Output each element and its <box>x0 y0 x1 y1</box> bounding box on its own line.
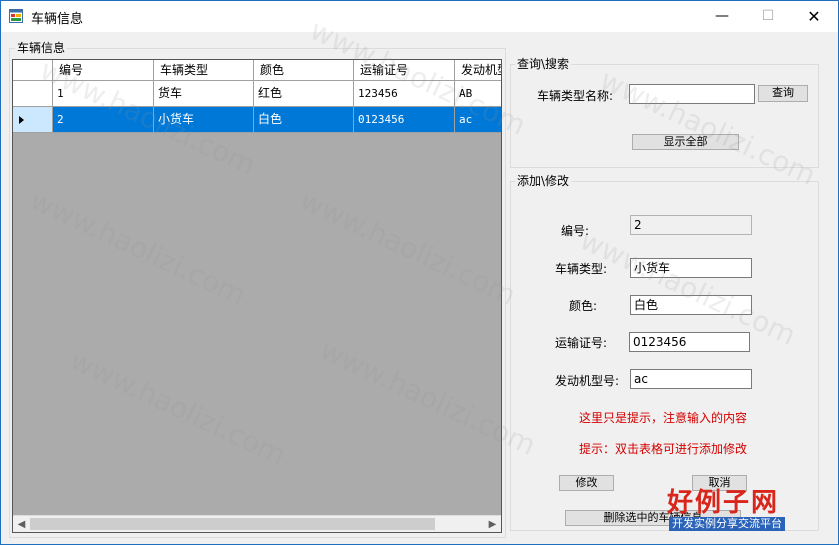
horizontal-scrollbar[interactable]: ◀ ▶ <box>13 515 501 532</box>
query-group <box>510 64 819 168</box>
row-header[interactable] <box>13 107 53 133</box>
vehicle-data-grid[interactable]: 编号 车辆类型 颜色 运输证号 发动机型号 1 货车 红色 123456 AB … <box>12 59 502 533</box>
scroll-left-icon[interactable]: ◀ <box>13 516 30 532</box>
close-button[interactable]: ✕ <box>791 1 837 31</box>
id-field[interactable]: 2 <box>630 215 752 235</box>
grid-header-row: 编号 车辆类型 颜色 运输证号 发动机型号 <box>13 60 501 81</box>
title-bar[interactable]: 车辆信息 — ☐ ✕ <box>1 1 838 32</box>
table-row[interactable]: 1 货车 红色 123456 AB <box>13 81 501 107</box>
vehicle-info-group-title: 车辆信息 <box>15 41 68 55</box>
app-window-icon <box>9 9 23 23</box>
column-header-id[interactable]: 编号 <box>53 60 154 81</box>
engine-label: 发动机型号: <box>555 374 620 388</box>
cell-color[interactable]: 红色 <box>254 81 354 107</box>
search-button[interactable]: 查询 <box>758 85 808 102</box>
window-title: 车辆信息 <box>31 12 84 27</box>
column-header-type[interactable]: 车辆类型 <box>154 60 254 81</box>
cell-id[interactable]: 2 <box>53 107 154 133</box>
type-name-search-input[interactable] <box>629 84 755 104</box>
row-header[interactable] <box>13 81 53 107</box>
cell-type[interactable]: 货车 <box>154 81 254 107</box>
type-label: 车辆类型: <box>555 262 608 276</box>
cell-engine[interactable]: AB <box>455 81 501 107</box>
site-logo: 好例子网 开发实例分享交流平台 <box>665 482 811 534</box>
cell-cert[interactable]: 123456 <box>354 81 455 107</box>
scrollbar-thumb[interactable] <box>30 518 435 530</box>
engine-model-field[interactable]: ac <box>630 369 752 389</box>
type-name-label: 车辆类型名称: <box>537 89 614 103</box>
column-header-cert[interactable]: 运输证号 <box>354 60 455 81</box>
minimize-button[interactable]: — <box>699 1 745 31</box>
site-logo-title: 好例子网 <box>667 488 780 518</box>
cert-label: 运输证号: <box>555 336 608 350</box>
maximize-button[interactable]: ☐ <box>745 1 791 31</box>
show-all-button[interactable]: 显示全部 <box>632 134 739 150</box>
modify-button[interactable]: 修改 <box>559 475 614 491</box>
cell-type[interactable]: 小货车 <box>154 107 254 133</box>
query-group-title: 查询\搜索 <box>515 57 572 71</box>
cell-id[interactable]: 1 <box>53 81 154 107</box>
cell-color[interactable]: 白色 <box>254 107 354 133</box>
transport-cert-field[interactable]: 0123456 <box>629 332 750 352</box>
main-window: 车辆信息 — ☐ ✕ 车辆信息 编号 车辆类型 颜色 运输证号 发动机型号 1 … <box>0 0 839 545</box>
id-label: 编号: <box>561 224 590 238</box>
column-header-color[interactable]: 颜色 <box>254 60 354 81</box>
site-logo-subtitle: 开发实例分享交流平台 <box>669 517 785 531</box>
column-header-engine[interactable]: 发动机型号 <box>455 60 501 81</box>
cell-cert[interactable]: 0123456 <box>354 107 455 133</box>
hint-text-input: 这里只是提示，注意输入的内容 <box>579 411 748 425</box>
current-row-arrow-icon <box>19 116 24 124</box>
vehicle-type-field[interactable]: 小货车 <box>630 258 752 278</box>
cell-engine[interactable]: ac <box>455 107 501 133</box>
edit-group-title: 添加\修改 <box>515 174 572 188</box>
color-field[interactable]: 白色 <box>630 295 752 315</box>
hint-text-double-click: 提示：双击表格可进行添加修改 <box>579 442 748 456</box>
color-label: 颜色: <box>569 299 598 313</box>
scroll-right-icon[interactable]: ▶ <box>484 516 501 532</box>
table-row-selected[interactable]: 2 小货车 白色 0123456 ac <box>13 107 501 133</box>
grid-corner-header[interactable] <box>13 60 53 81</box>
